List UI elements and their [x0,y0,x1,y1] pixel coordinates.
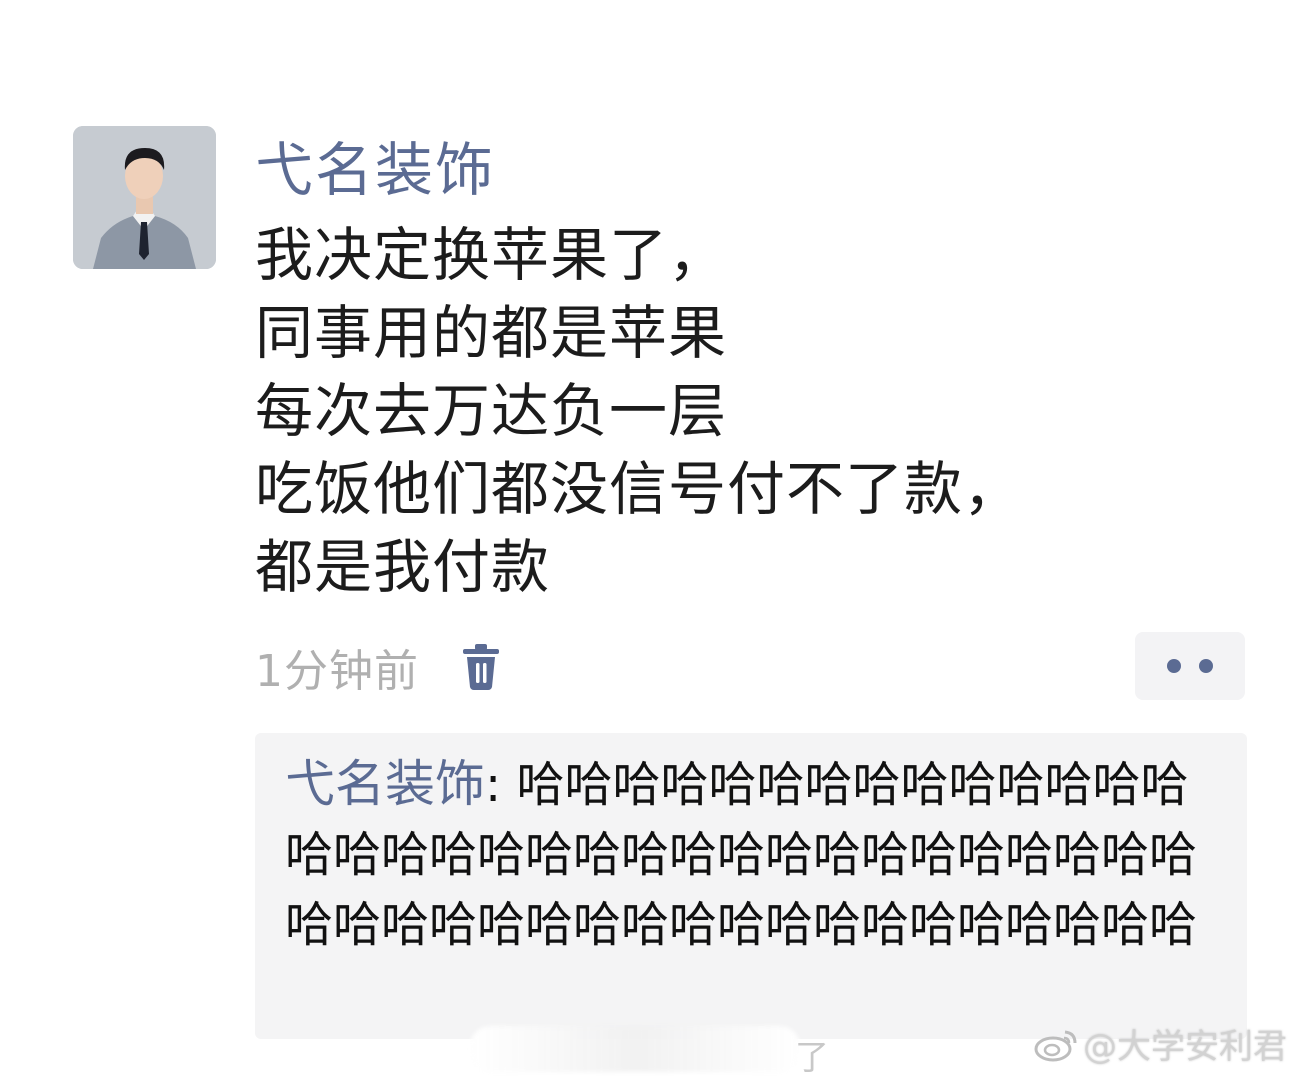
moment-post: 弋名装饰 我决定换苹果了， 同事用的都是苹果 每次去万达负一层 吃饭他们都没信号… [0,0,1299,1080]
watermark-text: @大学安利君 [1083,1027,1287,1067]
trash-icon[interactable] [461,643,501,691]
weibo-icon [1034,1030,1077,1061]
post-meta: 1分钟前 [255,634,501,700]
obscured-tail: 了 [795,1038,829,1078]
more-button[interactable] [1135,632,1245,700]
post-author[interactable]: 弋名装饰 [255,134,495,206]
comment-item: 弋名装饰: 哈哈哈哈哈哈哈哈哈哈哈哈哈哈哈哈哈哈哈哈哈哈哈哈哈哈哈哈哈哈哈哈哈哈… [285,749,1235,960]
more-dots-icon [1167,659,1181,673]
message-line: 我决定换苹果了， [255,221,728,289]
message-line: 同事用的都是苹果 [255,299,728,367]
post-message: 我决定换苹果了， 同事用的都是苹果 每次去万达负一层 吃饭他们都没信号付不了款，… [255,216,1155,606]
message-line: 每次去万达负一层 [255,377,728,445]
message-line: 吃饭他们都没信号付不了款， [255,455,1023,523]
watermark: @大学安利君 [1033,1019,1287,1068]
message-line: 都是我付款 [255,533,551,601]
comment-separator: : [485,757,517,813]
post-timestamp: 1分钟前 [255,646,419,697]
comment-author[interactable]: 弋名装饰 [285,755,485,813]
obscured-text [470,1026,800,1072]
more-dots-icon [1199,659,1213,673]
avatar[interactable] [73,126,216,269]
comment-section: 弋名装饰: 哈哈哈哈哈哈哈哈哈哈哈哈哈哈哈哈哈哈哈哈哈哈哈哈哈哈哈哈哈哈哈哈哈哈… [255,733,1247,1039]
